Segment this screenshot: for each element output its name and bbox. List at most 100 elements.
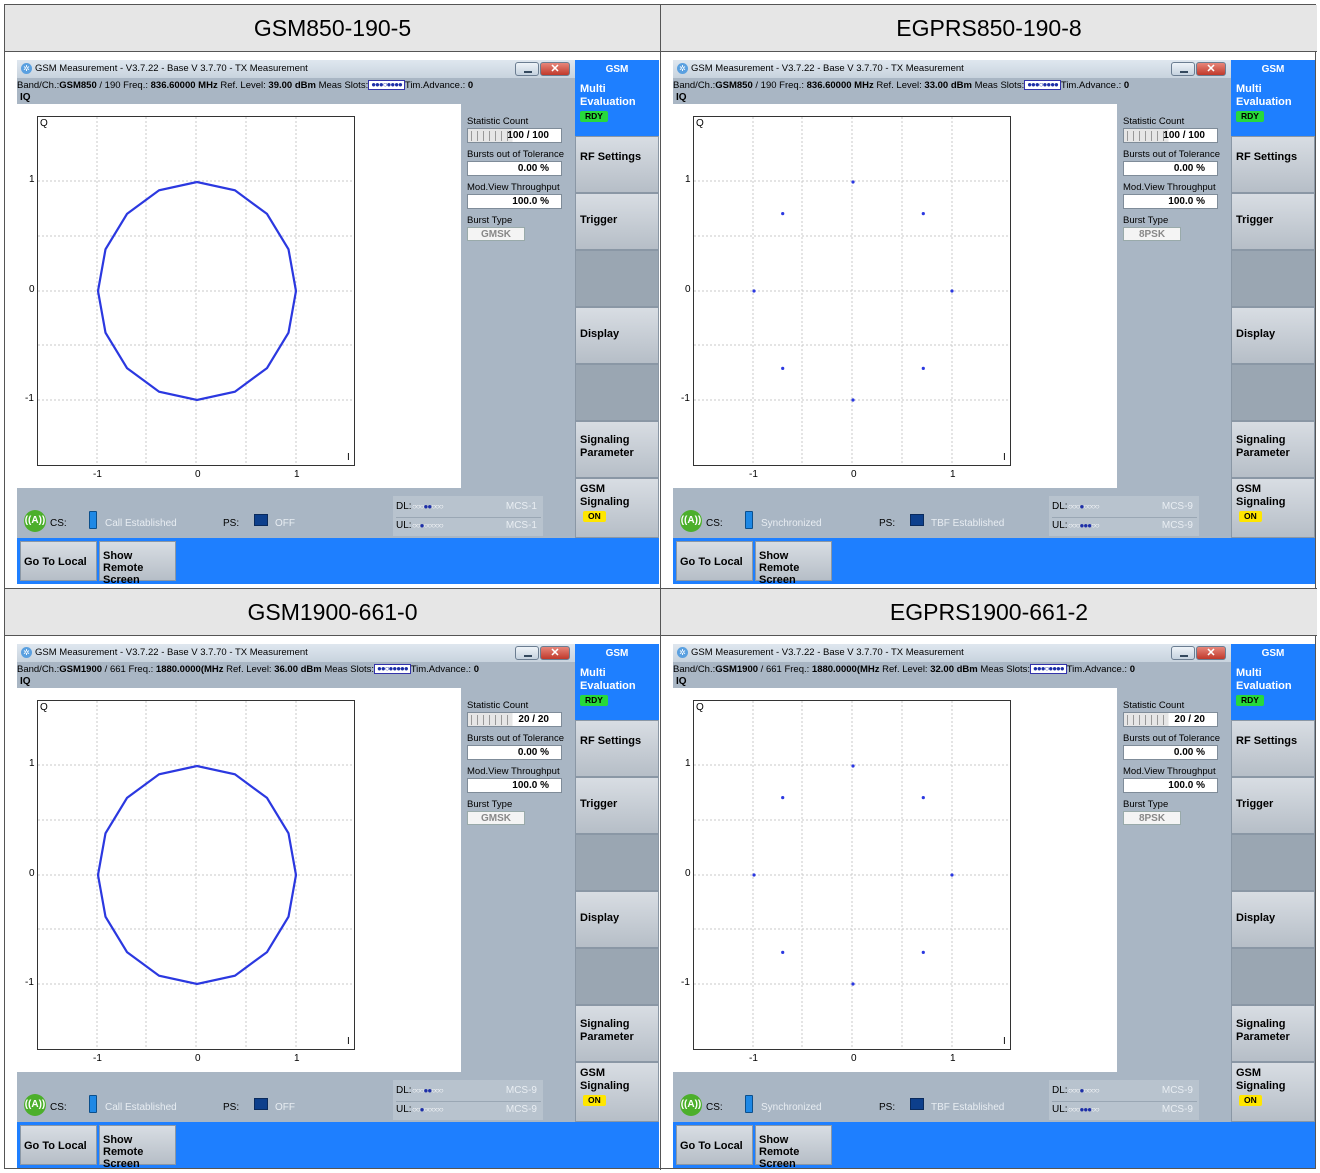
multi-evaluation-button[interactable]: Multi Evaluation RDY — [1231, 78, 1315, 136]
rdy-status-badge: RDY — [580, 111, 608, 122]
minimize-button[interactable] — [1171, 646, 1195, 660]
display-button[interactable]: Display — [575, 307, 659, 364]
rdy-status-badge: RDY — [1236, 111, 1264, 122]
bursts-out-label: Bursts out of Tolerance — [1123, 733, 1220, 744]
trigger-button[interactable]: Trigger — [575, 193, 659, 250]
channel-value: / 190 — [755, 80, 777, 91]
constellation-point — [950, 873, 954, 877]
softkey-empty-1[interactable] — [575, 834, 659, 891]
show-remote-screen-button[interactable]: Show Remote Screen — [99, 541, 176, 584]
gsm-signaling-button[interactable]: GSM Signaling ON — [575, 478, 659, 538]
softkey-empty-2[interactable] — [1231, 948, 1315, 1005]
bursts-out-value: 0.00 % — [517, 747, 549, 758]
iq-chart-svg — [694, 117, 1010, 465]
gsm-signaling-button[interactable]: GSM Signaling ON — [575, 1062, 659, 1122]
show-remote-screen-button[interactable]: Show Remote Screen — [755, 541, 832, 584]
phone-icon — [745, 1095, 753, 1113]
rf-settings-button[interactable]: RF Settings — [1231, 136, 1315, 193]
show-remote-screen-button[interactable]: Show Remote Screen — [99, 1125, 176, 1168]
dl-label: DL: — [396, 501, 412, 512]
rf-settings-button[interactable]: RF Settings — [575, 136, 659, 193]
gsm-signaling-button[interactable]: GSM Signaling ON — [1231, 478, 1315, 538]
multi-evaluation-button[interactable]: Multi Evaluation RDY — [1231, 662, 1315, 720]
signaling-status-bar: ((A)) CS: Synchronized PS: TBF Established DL… — [673, 1072, 1231, 1122]
measurement-info-bar: Band/Ch.:GSM850 / 190 Freq.: 836.60000 M… — [17, 79, 575, 92]
minimize-button[interactable] — [515, 646, 539, 660]
statistics-panel: Statistic Count 100 / 100 Bursts out of To… — [467, 116, 577, 241]
trigger-button[interactable]: Trigger — [575, 777, 659, 834]
minimize-button[interactable] — [515, 62, 539, 76]
go-to-local-button[interactable]: Go To Local — [676, 541, 753, 581]
display-button[interactable]: Display — [1231, 891, 1315, 948]
softkey-empty-2[interactable] — [575, 364, 659, 421]
y-tick-label: 0 — [29, 284, 35, 295]
dl-mcs: MCS-9 — [1161, 501, 1193, 512]
dl-slot-indicator: ○○○●○○○○ — [1068, 502, 1100, 511]
ul-label: UL: — [396, 1104, 412, 1115]
ref-level-value: 39.00 dBm — [268, 80, 316, 91]
close-button[interactable]: ✕ — [1196, 62, 1226, 76]
rf-settings-button[interactable]: RF Settings — [1231, 720, 1315, 777]
trigger-button[interactable]: Trigger — [1231, 193, 1315, 250]
dl-row: DL: ○○○●●○○○ MCS-9 — [396, 1083, 541, 1098]
multi-evaluation-button[interactable]: Multi Evaluation RDY — [575, 662, 659, 720]
measurement-info-bar: Band/Ch.:GSM1900 / 661 Freq.: 1880.0000(… — [673, 663, 1231, 676]
rf-settings-button[interactable]: RF Settings — [575, 720, 659, 777]
go-to-local-button[interactable]: Go To Local — [20, 541, 97, 581]
y-tick-label: 0 — [29, 868, 35, 879]
q-axis-label: Q — [40, 118, 48, 129]
statistic-count-value: 100 / 100 — [507, 130, 549, 141]
softkey-empty-1[interactable] — [1231, 250, 1315, 307]
sidebar-header-label: GSM — [605, 64, 629, 75]
go-to-local-button[interactable]: Go To Local — [20, 1125, 97, 1165]
dl-label: DL: — [1052, 1085, 1068, 1096]
softkey-empty-1[interactable] — [575, 250, 659, 307]
meas-slots-indicator: ●●●○●●●● — [368, 80, 405, 91]
close-button[interactable]: ✕ — [540, 62, 570, 76]
display-button[interactable]: Display — [575, 891, 659, 948]
y-tick-label: -1 — [681, 393, 690, 404]
close-button[interactable]: ✕ — [540, 646, 570, 660]
gsm-signaling-button[interactable]: GSM Signaling ON — [1231, 1062, 1315, 1122]
iq-chart-svg — [694, 701, 1010, 1049]
signaling-parameter-button[interactable]: Signaling Parameter — [575, 1005, 659, 1062]
bottom-button-bar: Go To Local Show Remote Screen — [17, 538, 659, 584]
softkey-empty-2[interactable] — [575, 948, 659, 1005]
meas-slots-label: Meas Slots: — [974, 80, 1025, 91]
band-value: GSM1900 — [715, 664, 759, 675]
signaling-parameter-button[interactable]: Signaling Parameter — [1231, 421, 1315, 478]
display-button[interactable]: Display — [1231, 307, 1315, 364]
statistic-count-label: Statistic Count — [467, 700, 529, 711]
x-tick-label: 1 — [950, 469, 956, 480]
minimize-button[interactable] — [1171, 62, 1195, 76]
multi-evaluation-button[interactable]: Multi Evaluation RDY — [575, 78, 659, 136]
close-button[interactable]: ✕ — [1196, 646, 1226, 660]
signaling-parameter-button[interactable]: Signaling Parameter — [1231, 1005, 1315, 1062]
window-titlebar: ✲ GSM Measurement - V3.7.22 - Base V 3.7.… — [17, 60, 575, 78]
throughput-value: 100.0 % — [512, 780, 549, 791]
softkey-label: Multi Evaluation — [1236, 667, 1292, 692]
cs-label: CS: — [706, 518, 723, 529]
tim-advance-value: 0 — [1123, 80, 1130, 91]
dl-label: DL: — [396, 1085, 412, 1096]
channel-value: / 661 — [104, 664, 126, 675]
antenna-icon: ((A)) — [680, 1094, 702, 1116]
softkey-label: Trigger — [580, 214, 618, 226]
view-label: IQ — [20, 92, 31, 103]
view-label: IQ — [676, 676, 687, 687]
ul-mcs: MCS-9 — [1161, 1104, 1193, 1115]
softkey-sidebar: GSM Multi Evaluation RDY RF Settings Trigger… — [575, 60, 659, 538]
ref-level-label: Ref. Level: — [876, 80, 922, 91]
softkey-empty-1[interactable] — [1231, 834, 1315, 891]
signaling-status-bar: ((A)) CS: Synchronized PS: TBF Established DL… — [673, 488, 1231, 538]
burst-type-field: GMSK — [467, 227, 525, 241]
show-remote-screen-button[interactable]: Show Remote Screen — [755, 1125, 832, 1168]
y-tick-label: 0 — [685, 284, 691, 295]
throughput-field: 100.0 % — [1123, 194, 1218, 209]
softkey-label: Display — [580, 328, 620, 340]
signaling-parameter-button[interactable]: Signaling Parameter — [575, 421, 659, 478]
softkey-empty-2[interactable] — [1231, 364, 1315, 421]
freq-label: Freq.: — [123, 80, 148, 91]
trigger-button[interactable]: Trigger — [1231, 777, 1315, 834]
go-to-local-button[interactable]: Go To Local — [676, 1125, 753, 1165]
